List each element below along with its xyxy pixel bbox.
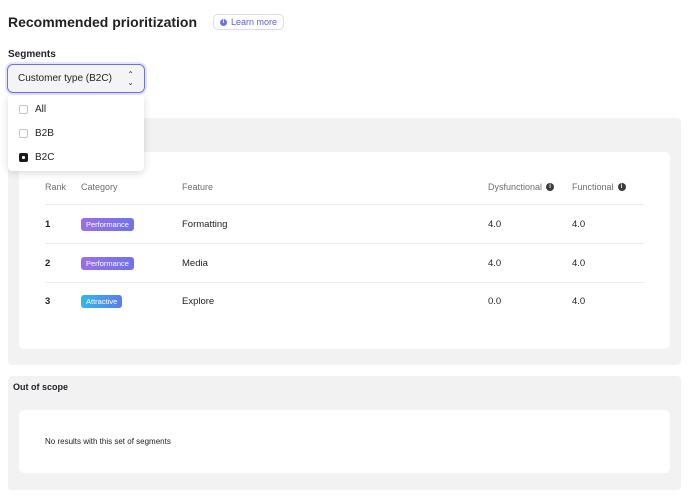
column-header-rank: Rank [45, 182, 66, 192]
prioritization-table: Rank Category Feature Dysfunctional i Fun… [19, 152, 670, 349]
out-of-scope-title: Out of scope [13, 382, 69, 392]
category-badge: Performance [81, 218, 134, 231]
column-label: Dysfunctional [488, 182, 543, 192]
learn-more-button[interactable]: i Learn more [213, 14, 285, 30]
rank-cell: 3 [45, 296, 51, 307]
page-header: Recommended prioritization i Learn more [8, 14, 285, 30]
checkbox-b2b[interactable] [19, 128, 28, 138]
segments-select-value: Customer type (B2C) [18, 73, 112, 84]
column-label: Category [81, 182, 118, 192]
rank-cell: 1 [45, 219, 51, 230]
column-header-dysfunctional: Dysfunctional i [488, 182, 555, 192]
functional-cell: 4.0 [572, 258, 586, 269]
category-badge: Performance [81, 257, 134, 270]
segments-select[interactable]: Customer type (B2C) ⌃ ⌄ [7, 64, 145, 93]
page-title: Recommended prioritization [8, 14, 198, 30]
column-header-feature: Feature [182, 182, 213, 192]
checkbox-all[interactable] [19, 104, 28, 114]
dysfunctional-cell: 0.0 [488, 296, 502, 307]
learn-more-label: Learn more [231, 17, 278, 27]
feature-cell: Media [182, 258, 208, 269]
info-icon[interactable]: i [617, 183, 626, 191]
feature-cell: Explore [182, 296, 215, 307]
info-icon[interactable]: i [546, 183, 555, 191]
segment-option-label: All [35, 103, 47, 115]
segment-option-label: B2B [35, 127, 54, 139]
row-divider [45, 243, 644, 244]
column-header-functional: Functional i [572, 182, 626, 192]
functional-cell: 4.0 [572, 219, 586, 230]
category-badge: Attractive [81, 295, 123, 308]
column-label: Functional [572, 182, 614, 192]
row-divider [45, 204, 644, 205]
column-label: Feature [182, 182, 214, 192]
functional-cell: 4.0 [572, 296, 586, 307]
feature-cell: Formatting [182, 219, 228, 230]
column-header-category: Category [81, 182, 118, 192]
segments-label: Segments [8, 49, 56, 60]
segment-option-label: B2C [35, 151, 55, 163]
dysfunctional-cell: 4.0 [488, 258, 502, 269]
checkbox-b2c[interactable] [19, 152, 28, 162]
segment-option-all[interactable]: All [8, 97, 144, 121]
rank-cell: 2 [45, 258, 51, 269]
dysfunctional-cell: 4.0 [488, 219, 502, 230]
out-of-scope-panel: Out of scope No results with this set of… [8, 376, 681, 490]
row-divider [45, 282, 644, 283]
out-of-scope-card: No results with this set of segments [19, 410, 670, 473]
segments-dropdown: All B2B B2C [8, 95, 144, 171]
column-label: Rank [45, 182, 67, 192]
segment-option-b2b[interactable]: B2B [8, 121, 144, 145]
info-icon: i [220, 18, 228, 26]
chevron-up-down-icon: ⌃ ⌄ [127, 69, 134, 87]
empty-state-message: No results with this set of segments [45, 437, 171, 446]
segment-option-b2c[interactable]: B2C [8, 145, 144, 169]
